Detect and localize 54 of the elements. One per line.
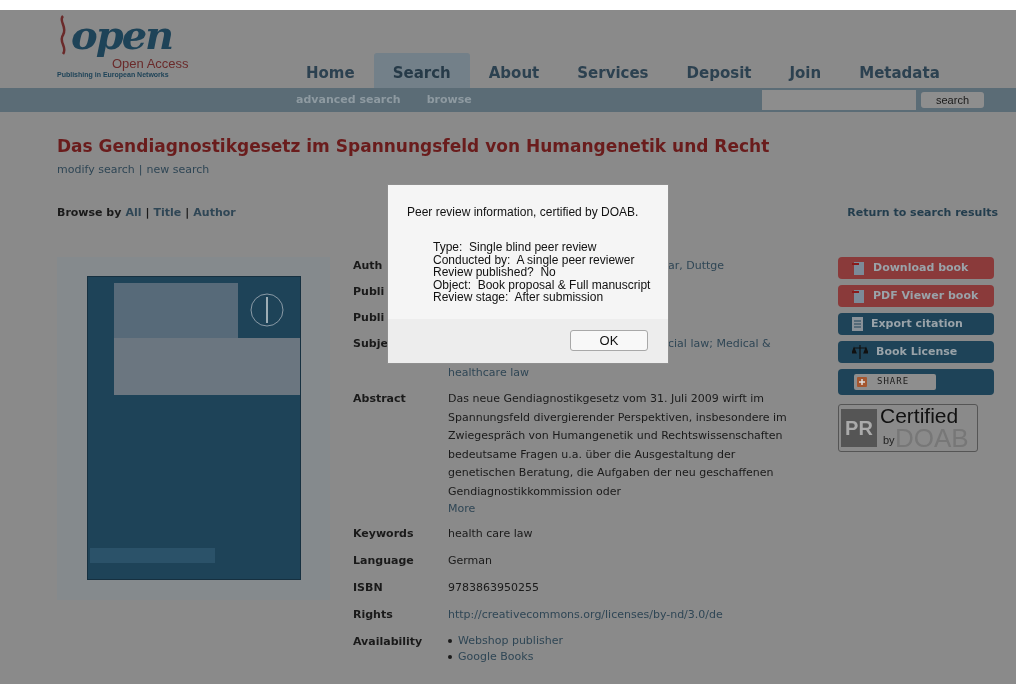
browse-by-link[interactable]: All bbox=[125, 204, 142, 221]
logo-subtitle: Open Access bbox=[112, 58, 189, 70]
scales-icon bbox=[852, 345, 868, 359]
action-button[interactable]: Export citation bbox=[838, 313, 994, 335]
detail-label: Rights bbox=[353, 606, 394, 623]
abstract-text: Das neue Gendiagnostikgesetz vom 31. Juli 2009 wirft im Spannungsfeld divergierender Perspektiven, insbesondere im Zwiegespräch von Humangenetik und Rechtswissenschaften bedeutsame Fragen u.a. über die Ausgestaltung der genetischen Beratung, die Aufgaben der neu geschaffenen Gendiagnostikkommission oder bbox=[448, 391, 788, 500]
dialog-heading: Peer review information, certified by DOAB. bbox=[406, 204, 640, 219]
action-button[interactable]: PDF Viewer book bbox=[838, 285, 994, 307]
availability-link[interactable]: Webshop publisher bbox=[458, 632, 563, 649]
return-to-results-link[interactable]: Return to search results bbox=[847, 204, 998, 221]
nav-tab[interactable]: Deposit bbox=[667, 53, 771, 88]
search-button[interactable]: search bbox=[921, 92, 984, 108]
detail-link[interactable]: healthcare law bbox=[448, 364, 808, 382]
availability-link[interactable]: Google Books bbox=[458, 648, 534, 665]
detail-label: Language bbox=[353, 552, 415, 569]
bullet-icon bbox=[448, 638, 452, 643]
logo-wordmark: open bbox=[71, 12, 173, 58]
plus-icon bbox=[857, 377, 867, 387]
share-button[interactable]: SHARE bbox=[854, 374, 936, 390]
nav-tab[interactable]: Home bbox=[287, 53, 374, 88]
pdf-file-icon bbox=[852, 288, 865, 304]
action-button[interactable]: Download book bbox=[838, 257, 994, 279]
link-separator: | bbox=[185, 204, 190, 221]
detail-value: 9783863950255 bbox=[448, 579, 540, 596]
page-title: Das Gendiagnostikgesetz im Spannungsfeld von Humangenetik und Recht bbox=[57, 135, 771, 158]
detail-value: health care law bbox=[448, 525, 534, 542]
browse-by-label: Browse by bbox=[57, 204, 122, 221]
ok-button[interactable]: OK bbox=[570, 330, 648, 351]
search-link[interactable]: modify search bbox=[57, 162, 135, 179]
nav-tab[interactable]: About bbox=[469, 53, 559, 88]
detail-link[interactable]: http://creativecommons.org/licenses/by-nd/3.0/de bbox=[448, 605, 808, 624]
bullet-icon bbox=[448, 654, 452, 659]
link-separator: | bbox=[145, 204, 150, 221]
nav-tab[interactable]: Join bbox=[770, 53, 841, 88]
browse-by-link[interactable]: Title bbox=[153, 204, 182, 221]
detail-label: Publi bbox=[353, 310, 386, 326]
nav-tab[interactable]: Metadata bbox=[840, 53, 959, 88]
search-link[interactable]: new search bbox=[146, 162, 210, 179]
nav-tab[interactable]: Services bbox=[558, 53, 668, 88]
detail-label: Availability bbox=[353, 633, 424, 650]
detail-value: German bbox=[448, 552, 494, 569]
detail-label: Abstract bbox=[353, 391, 407, 407]
pdf-file-icon bbox=[852, 260, 865, 276]
action-button[interactable]: Book License bbox=[838, 341, 994, 363]
detail-label: ISBN bbox=[353, 579, 384, 596]
detail-label: Keywords bbox=[353, 525, 415, 542]
review-details-text: Type: Single blind peer review Conducted by: A single peer reviewer Review published? No Object: Book proposal & Full manuscript Review stage: After submission bbox=[432, 239, 652, 304]
nav-tab[interactable]: Search bbox=[373, 53, 470, 88]
document-icon bbox=[852, 317, 863, 331]
more-link[interactable]: More bbox=[448, 501, 476, 516]
link-separator: | bbox=[138, 162, 143, 178]
detail-label: Subje bbox=[353, 336, 389, 352]
search-field[interactable] bbox=[762, 90, 916, 110]
browse-by-link[interactable]: Author bbox=[193, 204, 236, 221]
